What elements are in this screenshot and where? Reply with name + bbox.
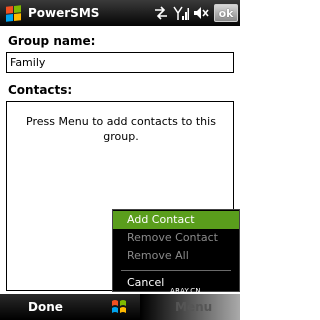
signal-strength-icon[interactable] xyxy=(171,0,191,26)
contacts-label: Contacts: xyxy=(8,83,73,97)
menu-separator xyxy=(121,270,231,271)
menu-item-remove-all: Remove All xyxy=(127,249,189,262)
connectivity-arrows-icon[interactable] xyxy=(151,0,171,26)
group-name-label: Group name: xyxy=(8,34,96,48)
menu-softkey[interactable]: Menu xyxy=(175,294,212,320)
context-menu: Add Contact Remove Contact Remove All Ca… xyxy=(112,209,240,292)
group-name-input[interactable] xyxy=(6,52,234,73)
windows-logo-icon[interactable] xyxy=(109,298,129,316)
done-softkey[interactable]: Done xyxy=(28,294,63,320)
app-title: PowerSMS xyxy=(28,6,100,20)
contacts-empty-message: Press Menu to add contacts to this group… xyxy=(26,115,216,143)
start-button[interactable] xyxy=(0,0,26,26)
title-bar: PowerSMS ok xyxy=(0,0,240,26)
menu-item-remove-contact: Remove Contact xyxy=(127,231,218,244)
speaker-muted-icon[interactable] xyxy=(191,0,211,26)
ok-button[interactable]: ok xyxy=(214,4,238,22)
watermark-text: ARAY.CN xyxy=(170,287,201,295)
soft-key-bar: Done Menu xyxy=(0,294,240,320)
windows-start-icon xyxy=(5,4,21,22)
menu-item-add-contact[interactable]: Add Contact xyxy=(113,211,239,229)
